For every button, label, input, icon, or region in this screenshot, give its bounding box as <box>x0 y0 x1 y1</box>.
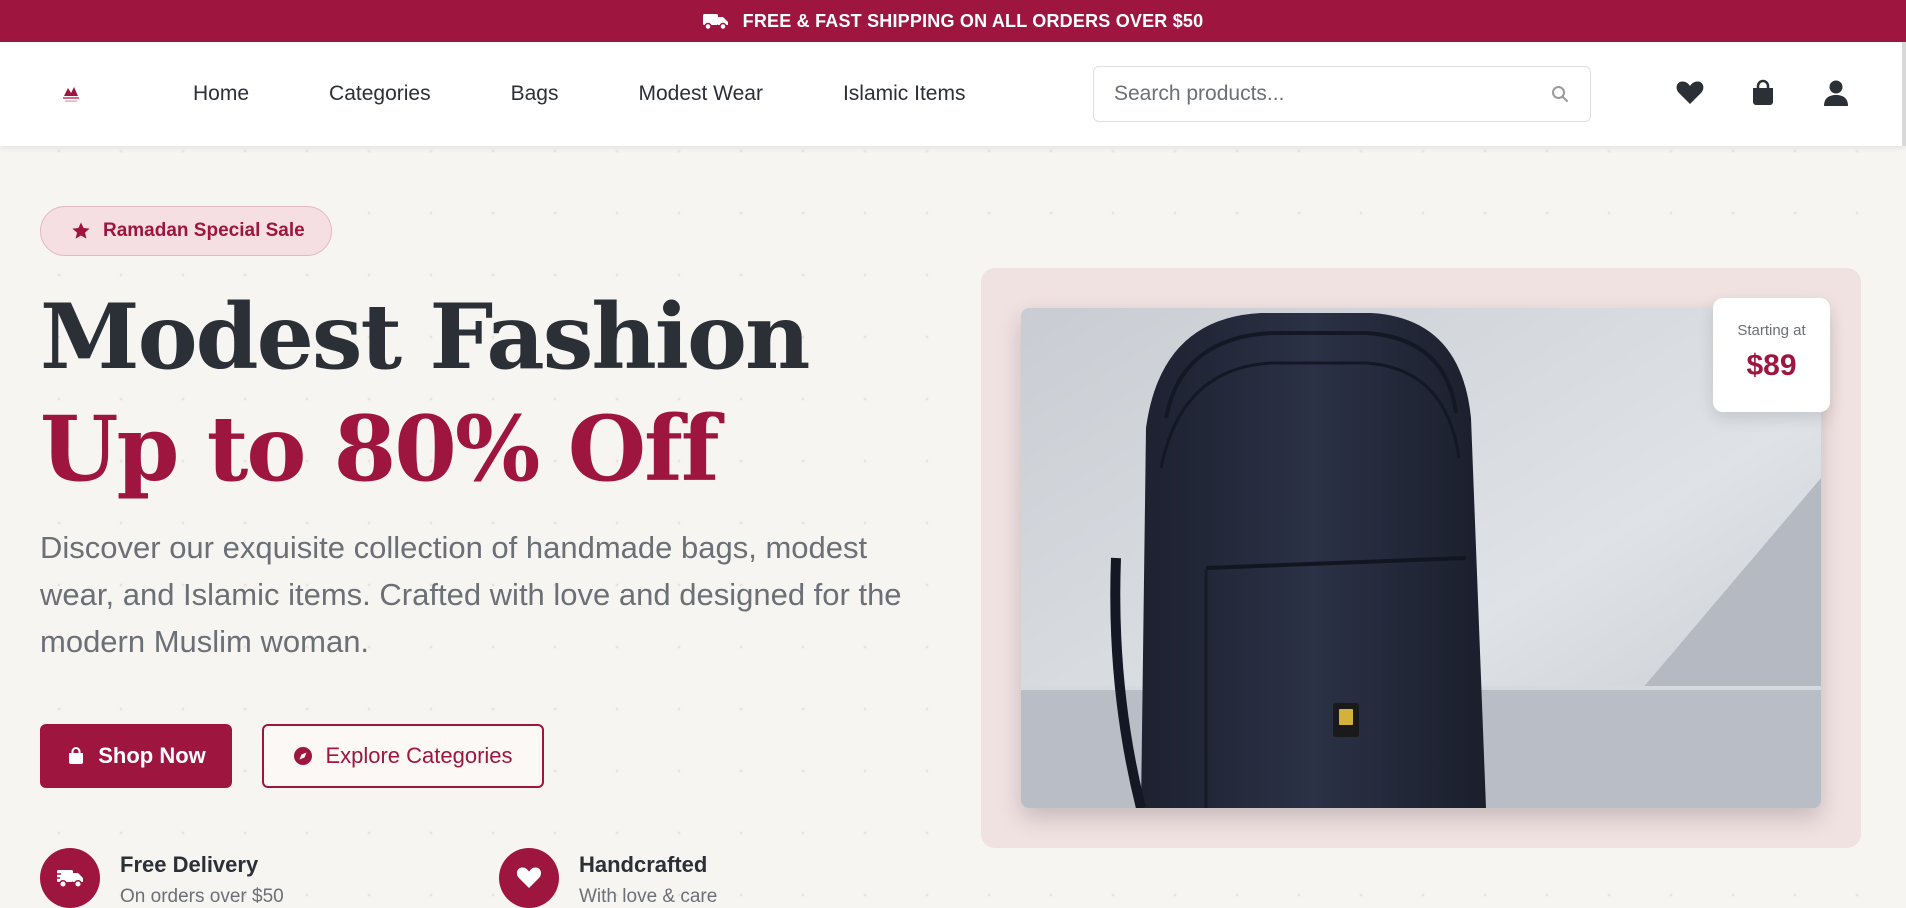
shopping-bag-icon[interactable] <box>1748 78 1778 108</box>
hero-description: Discover our exquisite collection of han… <box>40 530 902 659</box>
main-navbar: Home Categories Bags Modest Wear Islamic… <box>0 42 1906 146</box>
shop-now-button[interactable]: Shop Now <box>40 724 232 788</box>
price-tag-card: Starting at $89 <box>1713 298 1830 412</box>
feature-handcrafted: Handcrafted With love & care <box>499 848 717 908</box>
search-input[interactable] <box>1114 82 1550 106</box>
hero-product-image[interactable] <box>1021 308 1821 808</box>
explore-categories-label: Explore Categories <box>325 743 513 768</box>
truck-icon <box>702 14 728 30</box>
nav-link-home[interactable]: Home <box>193 82 249 106</box>
feature-title: Free Delivery <box>120 852 259 877</box>
shopping-bag-icon <box>69 747 84 764</box>
star-icon <box>72 222 90 239</box>
feature-title: Handcrafted <box>579 852 708 877</box>
explore-categories-button[interactable]: Explore Categories <box>262 724 544 788</box>
price-label: Starting at <box>1737 322 1806 339</box>
shipping-announcement-text: FREE & FAST SHIPPING ON ALL ORDERS OVER … <box>742 10 1204 31</box>
shop-now-label: Shop Now <box>98 743 206 768</box>
nav-link-categories[interactable]: Categories <box>329 82 431 106</box>
brand-logo[interactable] <box>60 82 82 104</box>
promo-badge-label: Ramadan Special Sale <box>103 220 305 241</box>
truck-icon <box>55 870 83 889</box>
hero-title: Modest Fashion <box>40 284 810 390</box>
feature-subtitle: On orders over $50 <box>120 886 284 907</box>
compass-icon <box>294 747 313 765</box>
feature-subtitle: With love & care <box>579 886 718 907</box>
search-icon[interactable] <box>1550 84 1570 104</box>
nav-link-bags[interactable]: Bags <box>511 82 559 106</box>
user-icon[interactable] <box>1821 78 1851 108</box>
feature-icon-circle <box>40 848 100 908</box>
nav-link-islamic-items[interactable]: Islamic Items <box>843 82 966 106</box>
price-value: $89 <box>1746 349 1797 382</box>
shipping-announcement-bar: FREE & FAST SHIPPING ON ALL ORDERS OVER … <box>0 0 1906 42</box>
primary-nav: Home Categories Bags Modest Wear Islamic… <box>193 42 1045 146</box>
promo-badge: Ramadan Special Sale <box>40 206 332 256</box>
feature-icon-circle <box>499 848 559 908</box>
heart-icon[interactable] <box>1675 78 1705 108</box>
backpack-photo <box>1021 308 1821 808</box>
search-box <box>1093 66 1591 122</box>
heart-icon <box>516 867 542 888</box>
hero-subtitle-offer: Up to 80% Off <box>40 396 720 502</box>
nav-link-modest-wear[interactable]: Modest Wear <box>638 82 763 106</box>
feature-free-delivery: Free Delivery On orders over $50 <box>40 848 284 908</box>
